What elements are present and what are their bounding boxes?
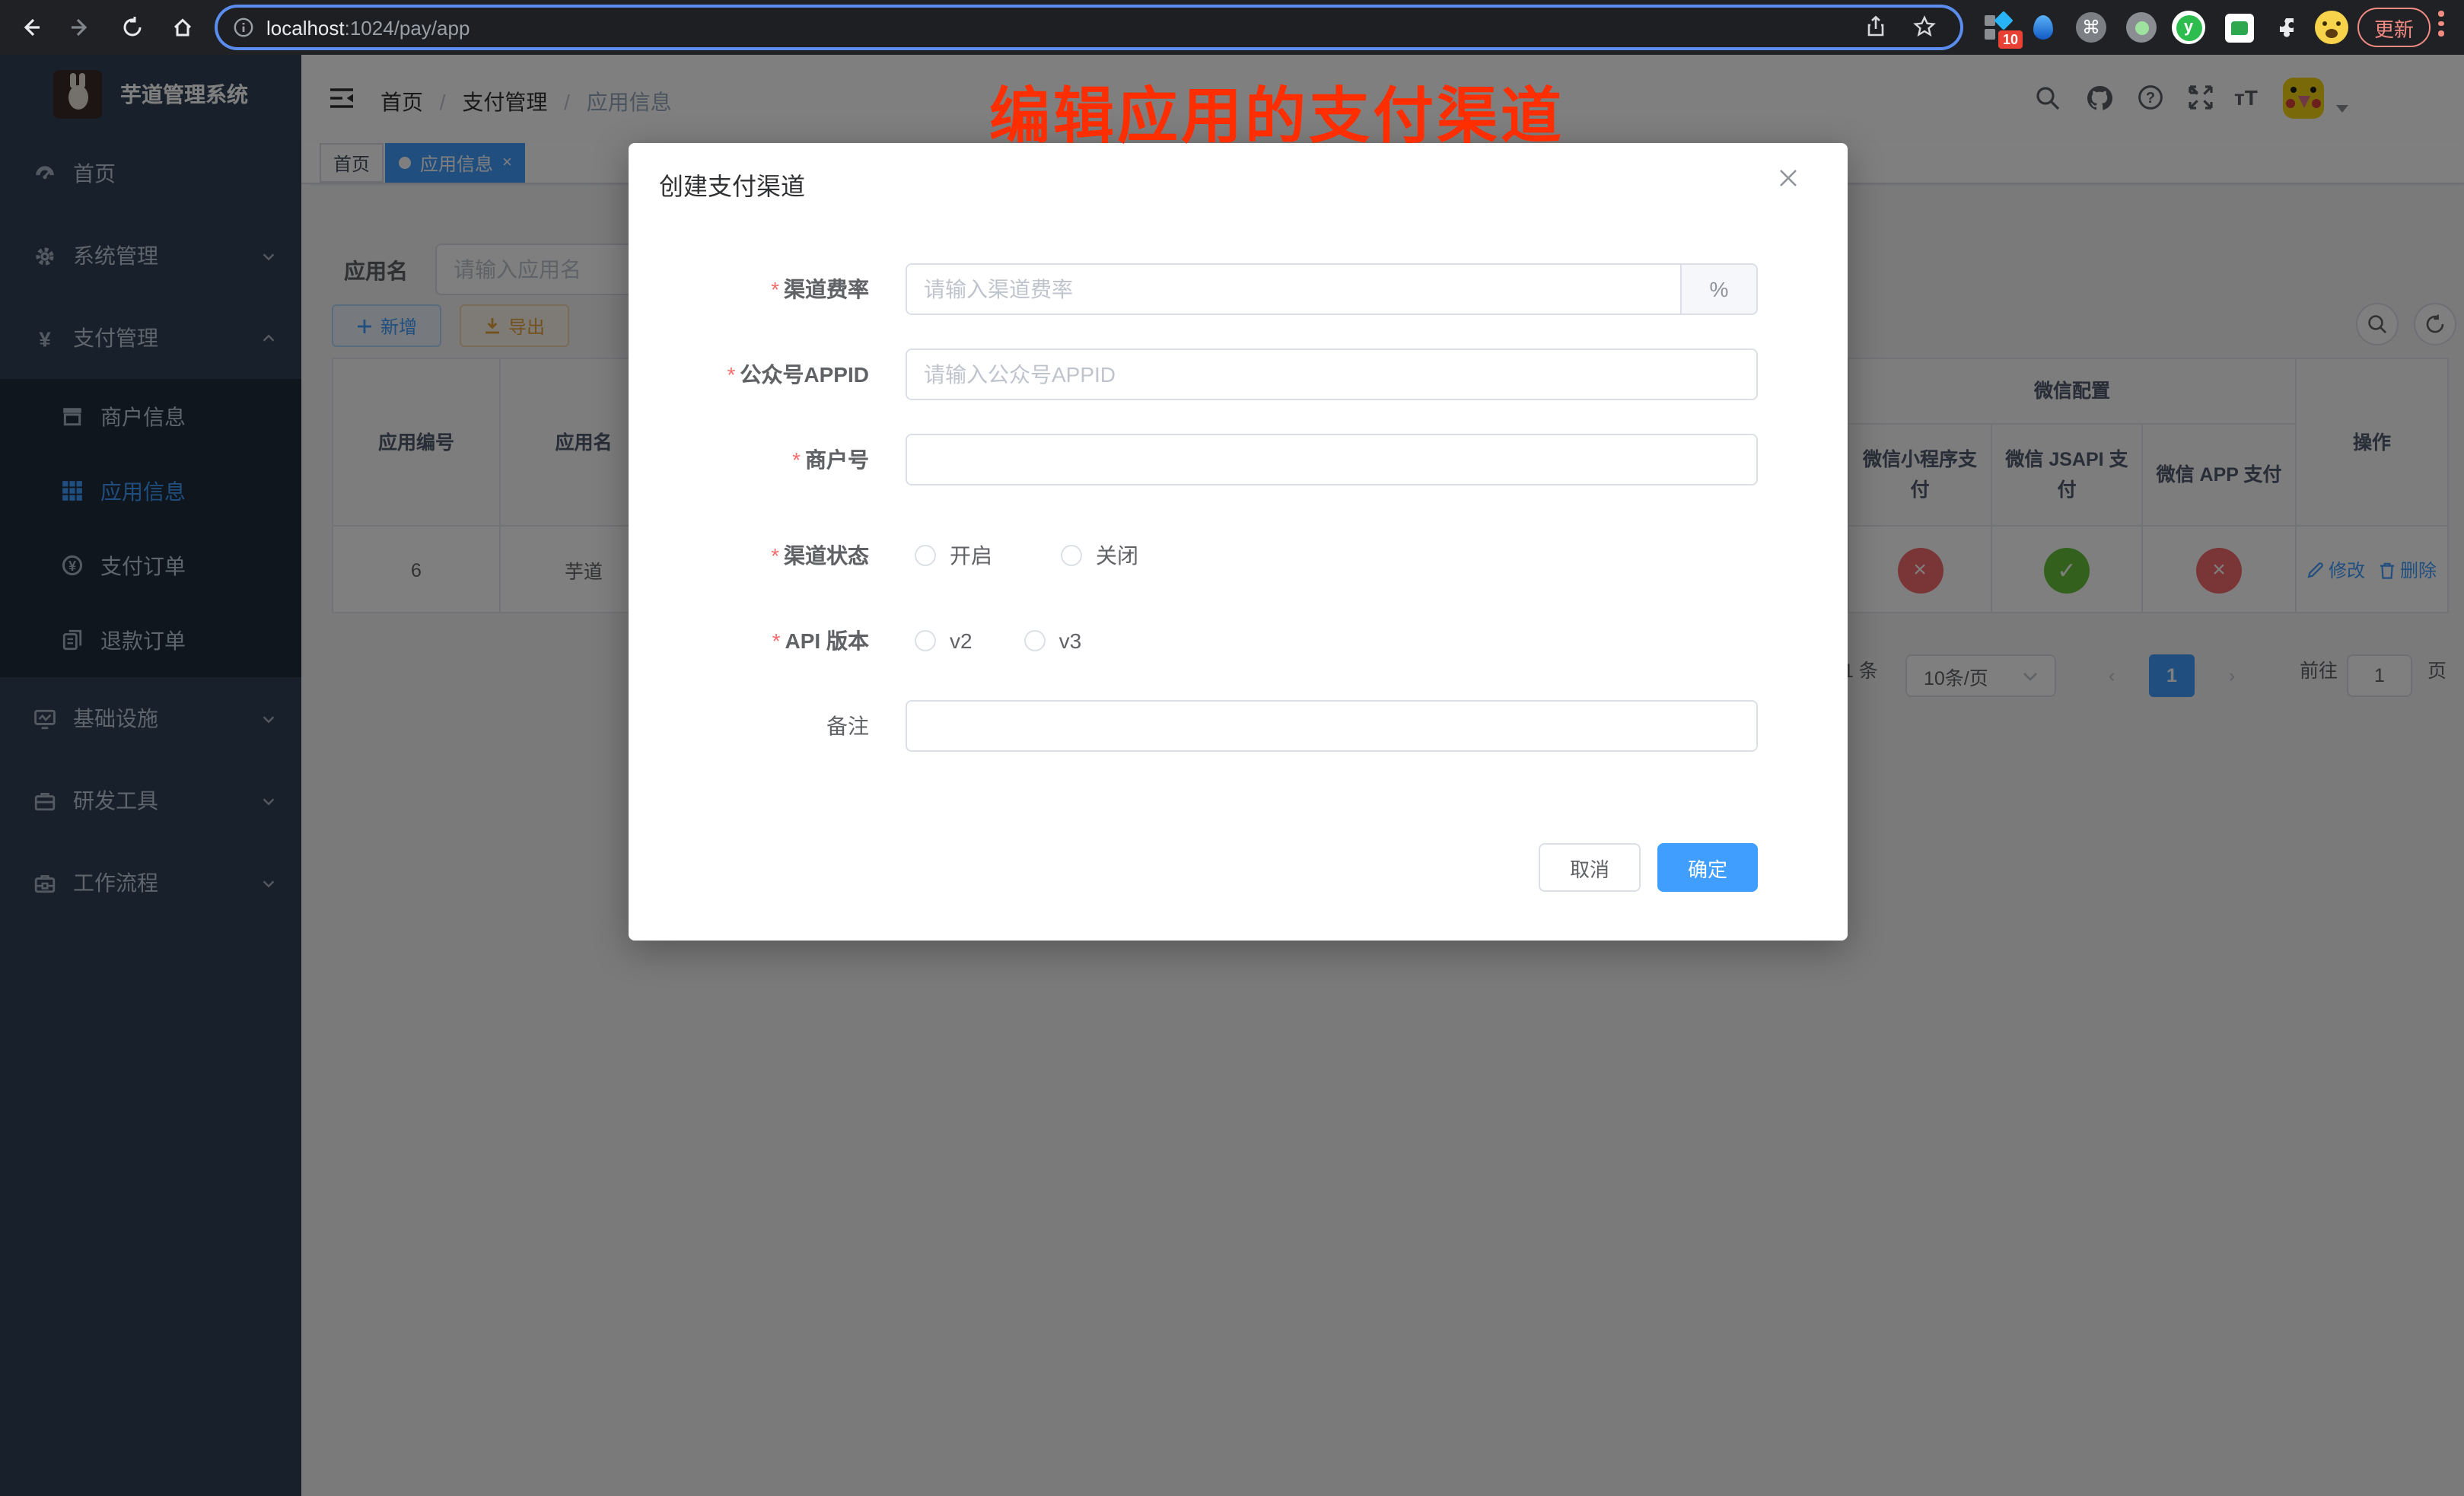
channel-status-radio-group: 开启 关闭 <box>915 540 1138 571</box>
radio-v3[interactable] <box>1024 630 1046 651</box>
field-label: *商户号 <box>629 444 887 475</box>
form-row-api-version: *API 版本 v2 v3 <box>629 615 1848 667</box>
annotation-text: 编辑应用的支付渠道 <box>989 67 1565 155</box>
required-mark: * <box>727 362 736 387</box>
home-icon <box>170 15 195 40</box>
extension-badge: 10 <box>1998 30 2023 49</box>
bookmark-button[interactable] <box>1913 15 1936 46</box>
field-label: 备注 <box>629 711 887 741</box>
screen: localhost:1024/pay/app 10 ⌘ y <box>0 0 2464 1496</box>
required-mark: * <box>792 447 801 472</box>
field-label: *API 版本 <box>629 625 887 656</box>
appid-input[interactable]: 请输入公众号APPID <box>906 349 1758 400</box>
forward-icon <box>68 15 93 40</box>
radio-open[interactable] <box>915 545 936 566</box>
field-label-text: API 版本 <box>785 629 869 653</box>
merchant-no-input[interactable] <box>906 434 1758 485</box>
browser-profile-avatar[interactable] <box>2313 9 2350 46</box>
url-host: localhost <box>266 16 345 39</box>
radio-label-v3[interactable]: v3 <box>1059 629 1082 653</box>
dialog-title: 创建支付渠道 <box>659 166 805 202</box>
back-icon <box>18 15 43 40</box>
puzzle-icon <box>2276 14 2302 40</box>
extension-yuque-icon[interactable]: y <box>2170 9 2207 46</box>
radio-v2[interactable] <box>915 630 936 651</box>
required-mark: * <box>772 629 781 653</box>
star-icon <box>1913 15 1936 38</box>
confirm-button[interactable]: 确定 <box>1657 843 1758 892</box>
percent-append: % <box>1682 263 1758 315</box>
field-label-text: 公众号APPID <box>740 362 869 387</box>
input-placeholder: 请输入公众号APPID <box>924 359 1116 390</box>
field-label: *渠道费率 <box>629 274 887 304</box>
radio-label-v2[interactable]: v2 <box>950 629 973 653</box>
form-row-appid: *公众号APPID 请输入公众号APPID <box>629 349 1848 400</box>
extension-record-icon[interactable] <box>2123 9 2160 46</box>
radio-label-open[interactable]: 开启 <box>950 540 992 571</box>
field-label: *公众号APPID <box>629 359 887 390</box>
required-mark: * <box>771 277 779 301</box>
browser-home-button[interactable] <box>164 9 201 46</box>
url-path: :1024/pay/app <box>345 16 470 39</box>
address-bar[interactable]: localhost:1024/pay/app <box>218 8 1960 47</box>
url-text: localhost:1024/pay/app <box>266 16 470 39</box>
dialog-close-button[interactable] <box>1778 167 1802 192</box>
form-row-channel-status: *渠道状态 开启 关闭 <box>629 530 1848 581</box>
field-label-text: 渠道状态 <box>784 543 869 568</box>
api-version-radio-group: v2 v3 <box>915 629 1081 653</box>
browser-forward-button[interactable] <box>62 9 99 46</box>
browser-toolbar: localhost:1024/pay/app 10 ⌘ y <box>0 0 2464 55</box>
extension-chat-icon[interactable] <box>2220 9 2257 46</box>
share-icon <box>1864 15 1887 38</box>
browser-update-button[interactable]: 更新 <box>2357 8 2431 47</box>
reload-icon <box>120 15 145 40</box>
update-label: 更新 <box>2374 13 2414 42</box>
form-row-remark: 备注 <box>629 700 1848 752</box>
form-row-channel-rate: *渠道费率 请输入渠道费率 % <box>629 263 1848 315</box>
form-row-merchant-no: *商户号 <box>629 434 1848 485</box>
create-pay-channel-dialog: 创建支付渠道 *渠道费率 请输入渠道费率 % *公众号APPID 请输入公众号A… <box>629 143 1848 941</box>
field-label-text: 渠道费率 <box>784 277 869 301</box>
radio-label-closed[interactable]: 关闭 <box>1096 540 1138 571</box>
field-label-text: 备注 <box>826 714 869 738</box>
browser-back-button[interactable] <box>12 9 49 46</box>
browser-menu-button[interactable] <box>2438 11 2444 36</box>
close-icon <box>1778 167 1799 189</box>
extension-command-icon[interactable]: ⌘ <box>2073 9 2109 46</box>
browser-reload-button[interactable] <box>114 9 151 46</box>
required-mark: * <box>771 543 779 568</box>
extension-balloon-icon[interactable] <box>2024 9 2061 46</box>
cancel-button[interactable]: 取消 <box>1539 843 1641 892</box>
channel-rate-input[interactable]: 请输入渠道费率 <box>906 263 1682 315</box>
share-button[interactable] <box>1864 15 1887 46</box>
remark-input[interactable] <box>906 700 1758 752</box>
extension-tasks-icon[interactable]: 10 <box>1980 9 2017 46</box>
input-placeholder: 请输入渠道费率 <box>924 274 1073 304</box>
radio-closed[interactable] <box>1061 545 1082 566</box>
site-info-icon <box>233 17 254 38</box>
extensions-puzzle-icon[interactable] <box>2271 9 2307 46</box>
field-label: *渠道状态 <box>629 540 887 571</box>
field-label-text: 商户号 <box>805 447 869 472</box>
